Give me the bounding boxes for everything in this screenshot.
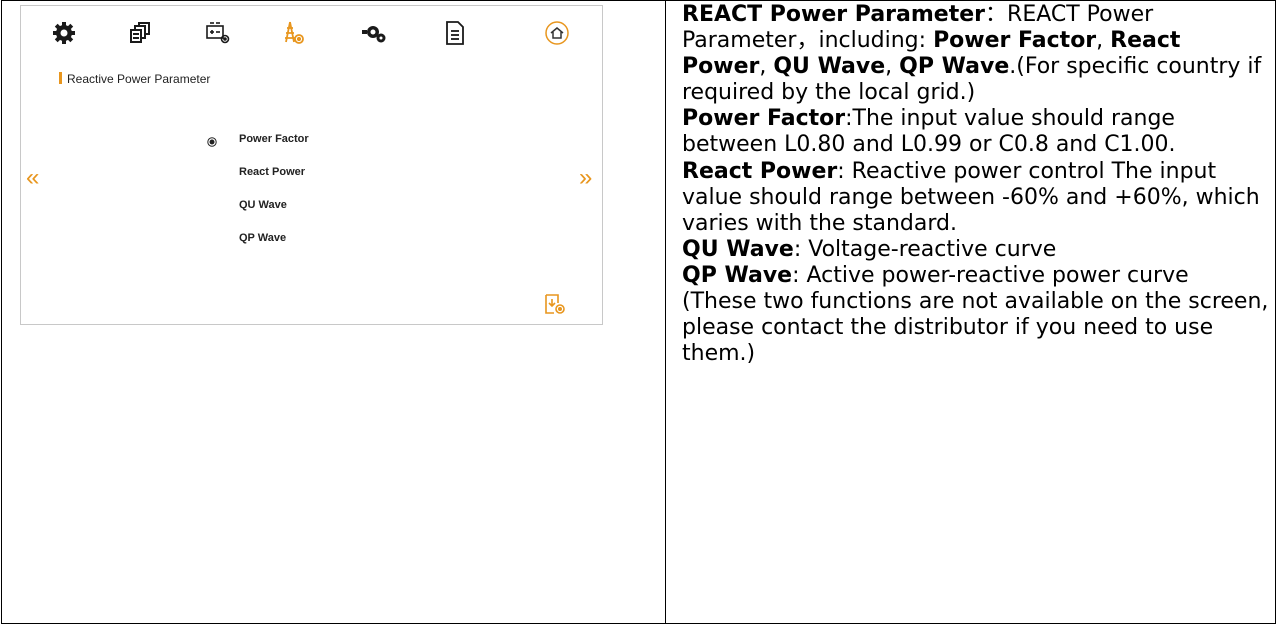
qp-wave-paragraph: QP Wave: Active power-reactive power cur… [682,263,1272,289]
react-power-paragraph: React Power: Reactive power control The … [682,159,1272,237]
qu-label: QU Wave [682,236,794,262]
generator-icon[interactable] [361,20,387,46]
inverter-screen: Reactive Power Parameter Power Factor Re… [20,5,603,325]
option-power-factor[interactable]: Power Factor [239,133,309,145]
react-opt-qp-wave: QP Wave [899,54,1010,80]
option-qu-wave[interactable]: QU Wave [239,199,287,211]
react-sep: ： [985,2,1008,27]
note-paragraph: (These two functions are not available o… [682,289,1269,367]
table-divider [665,0,666,624]
title-marker [59,72,62,84]
qp-text: : Active power-reactive power curve [792,262,1189,288]
stacked-devices-icon[interactable] [127,20,153,46]
option-qp-wave[interactable]: QP Wave [239,232,286,244]
qu-text: : Voltage-reactive curve [793,236,1057,262]
react-opt-power-factor: Power Factor [933,28,1097,54]
gear-icon[interactable] [51,20,77,46]
document-icon[interactable] [442,20,468,46]
home-icon[interactable] [544,20,570,46]
screen-title: Reactive Power Parameter [67,72,211,86]
grid-tower-icon[interactable] [280,20,306,46]
power-factor-paragraph: Power Factor:The input value should rang… [682,106,1272,158]
pf-label: Power Factor [682,106,846,132]
react-heading: REACT Power Parameter [682,2,986,27]
option-react-power[interactable]: React Power [239,166,305,178]
qp-label: QP Wave [682,262,793,288]
next-page-button[interactable]: » [579,166,592,190]
save-settings-icon[interactable] [544,293,566,315]
qu-wave-paragraph: QU Wave: Voltage-reactive curve [682,237,1272,263]
react-opt-qu-wave: QU Wave [773,54,886,80]
radio-selected-icon[interactable] [207,134,217,147]
rp-label: React Power [682,158,838,184]
react-paragraph: REACT Power Parameter：REACT Power Parame… [682,2,1272,106]
description: REACT Power Parameter：REACT Power Parame… [682,2,1272,367]
battery-settings-icon[interactable] [205,20,231,46]
sep: , [1096,28,1111,54]
sep: , [759,54,774,80]
sep: , [885,54,900,80]
prev-page-button[interactable]: « [26,166,39,190]
